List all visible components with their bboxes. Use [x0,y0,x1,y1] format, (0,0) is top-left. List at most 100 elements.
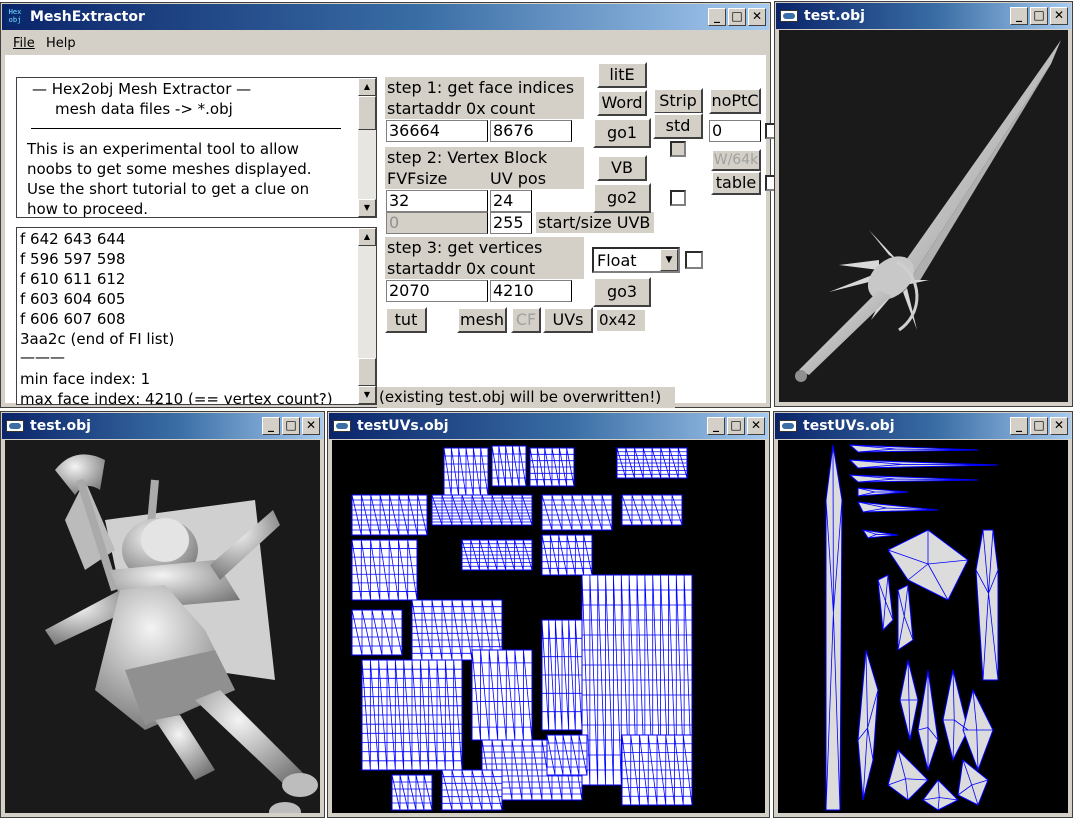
uv-island [897,584,914,651]
sword-viewport[interactable] [779,30,1068,402]
viewer-title: test.obj [804,8,865,24]
std-button[interactable]: std [653,113,703,139]
uv-viewport-2[interactable] [778,440,1068,813]
viewer-window-character: test.obj _ □ ✕ [0,411,325,818]
step1-title: step 1: get face indices [385,77,584,98]
info-textbox[interactable]: — Hex2obj Mesh Extractor — mesh data fil… [16,77,377,218]
uv-pos-field[interactable]: 24 [490,190,532,212]
go2-button[interactable]: go2 [593,183,651,213]
maximize-button[interactable]: □ [1030,7,1048,25]
log-line: f 596 597 598 [20,250,126,268]
minimize-button[interactable]: _ [262,417,280,435]
tutorial-button[interactable]: tut [385,307,427,333]
maximize-button[interactable]: □ [282,417,300,435]
maximize-button[interactable]: □ [727,417,745,435]
info-text: This is an experimental tool to allow [27,140,299,158]
close-button[interactable]: ✕ [748,8,766,26]
step1-count-field[interactable]: 8676 [490,120,572,142]
vb-button[interactable]: VB [597,155,647,181]
window-title: MeshExtractor [30,9,145,25]
step1-count-label: count [488,98,584,119]
step1-addr-field[interactable]: 36664 [386,120,488,142]
scroll-thumb[interactable] [358,358,376,386]
scroll-up-arrow[interactable]: ▲ [358,78,376,96]
cf-button[interactable]: CF [511,307,541,333]
minimize-button[interactable]: _ [707,417,725,435]
uv-island [857,649,879,801]
maximize-button[interactable]: □ [728,8,746,26]
chevron-down-icon[interactable]: ▼ [660,249,678,271]
noptc-button[interactable]: noPtC [709,88,761,114]
uv-wireframe [351,445,693,811]
minimize-button[interactable]: _ [1010,7,1028,25]
close-button[interactable]: ✕ [302,417,320,435]
uvs-button[interactable]: UVs [543,307,593,333]
close-button[interactable]: ✕ [747,417,765,435]
character-viewport[interactable] [5,440,320,813]
fvf-size-field[interactable]: 32 [386,190,488,212]
vertex-type-select[interactable]: Float ▼ [592,247,680,273]
minimize-button[interactable]: _ [1010,417,1028,435]
uv-island [441,769,503,811]
close-button[interactable]: ✕ [1050,7,1068,25]
std-checkbox[interactable] [670,141,686,157]
uvb-start-field[interactable]: 0 [386,212,488,234]
mesh-button[interactable]: mesh [457,307,507,333]
viewer-titlebar[interactable]: testUVs.obj _ □ ✕ [329,413,768,439]
viewer-titlebar[interactable]: test.obj _ □ ✕ [776,3,1071,29]
maximize-button[interactable]: □ [1030,417,1048,435]
lite-button[interactable]: litE [597,62,647,88]
scroll-down-arrow[interactable]: ▼ [358,386,376,404]
step3-addr-field[interactable]: 2070 [386,280,488,302]
main-titlebar[interactable]: Hex obj MeshExtractor _ □ ✕ [2,4,769,30]
strip-button[interactable]: Strip [653,88,703,114]
uv-island [957,759,989,806]
uv-pos-label: UV pos [488,168,584,189]
log-line: f 610 611 612 [20,270,126,288]
uv-island [975,529,999,681]
vertex-type-value: Float [597,251,637,270]
w64k-button[interactable]: W/64k [711,149,761,171]
uv-viewport-1[interactable] [332,440,765,813]
window-icon [780,10,798,22]
uv-island [616,447,688,479]
go1-button[interactable]: go1 [593,118,651,148]
uvb-size-field[interactable]: 255 [490,212,532,234]
go2-checkbox[interactable] [670,190,686,206]
uv-island [529,447,575,487]
go3-button[interactable]: go3 [593,277,651,307]
viewer-title: test.obj [30,418,91,434]
close-button[interactable]: ✕ [1050,417,1068,435]
step3-title: step 3: get vertices [385,237,584,258]
sword-mesh-render [795,40,1061,382]
log-scrollbar[interactable]: ▲ ▼ [358,228,376,404]
step3-count-field[interactable]: 4210 [490,280,572,302]
minimize-button[interactable]: _ [708,8,726,26]
word-button[interactable]: Word [597,90,647,116]
viewer-titlebar[interactable]: test.obj _ □ ✕ [2,413,323,439]
menu-bar: File Help [2,31,769,55]
table-button[interactable]: table [711,171,761,195]
float-checkbox[interactable] [685,251,703,269]
scroll-down-arrow[interactable]: ▼ [358,199,376,217]
info-heading: — Hex2obj Mesh Extractor — [32,80,252,98]
scroll-up-arrow[interactable]: ▲ [358,228,376,246]
uv-island [351,609,403,656]
uv-island [862,529,899,539]
menu-help[interactable]: Help [46,36,76,51]
viewer-title: testUVs.obj [803,418,895,434]
info-divider [31,128,341,129]
log-line: max face index: 4210 (== vertex count?) [20,390,333,405]
uvb-label: start/size UVB [536,212,654,233]
info-text: noobs to get some meshes displayed. [27,160,312,178]
info-scrollbar[interactable]: ▲ ▼ [358,78,376,217]
log-textbox[interactable]: f 642 643 644 f 596 597 598 f 610 611 61… [16,227,377,405]
viewer-titlebar[interactable]: testUVs.obj _ □ ✕ [775,413,1071,439]
menu-file[interactable]: File [13,36,35,51]
noptc-value-field[interactable]: 0 [709,120,761,142]
log-line: f 603 604 605 [20,290,126,308]
scroll-thumb[interactable] [358,96,376,130]
window-icon [779,420,797,432]
uv-island [351,494,428,536]
uv-island [351,539,418,601]
